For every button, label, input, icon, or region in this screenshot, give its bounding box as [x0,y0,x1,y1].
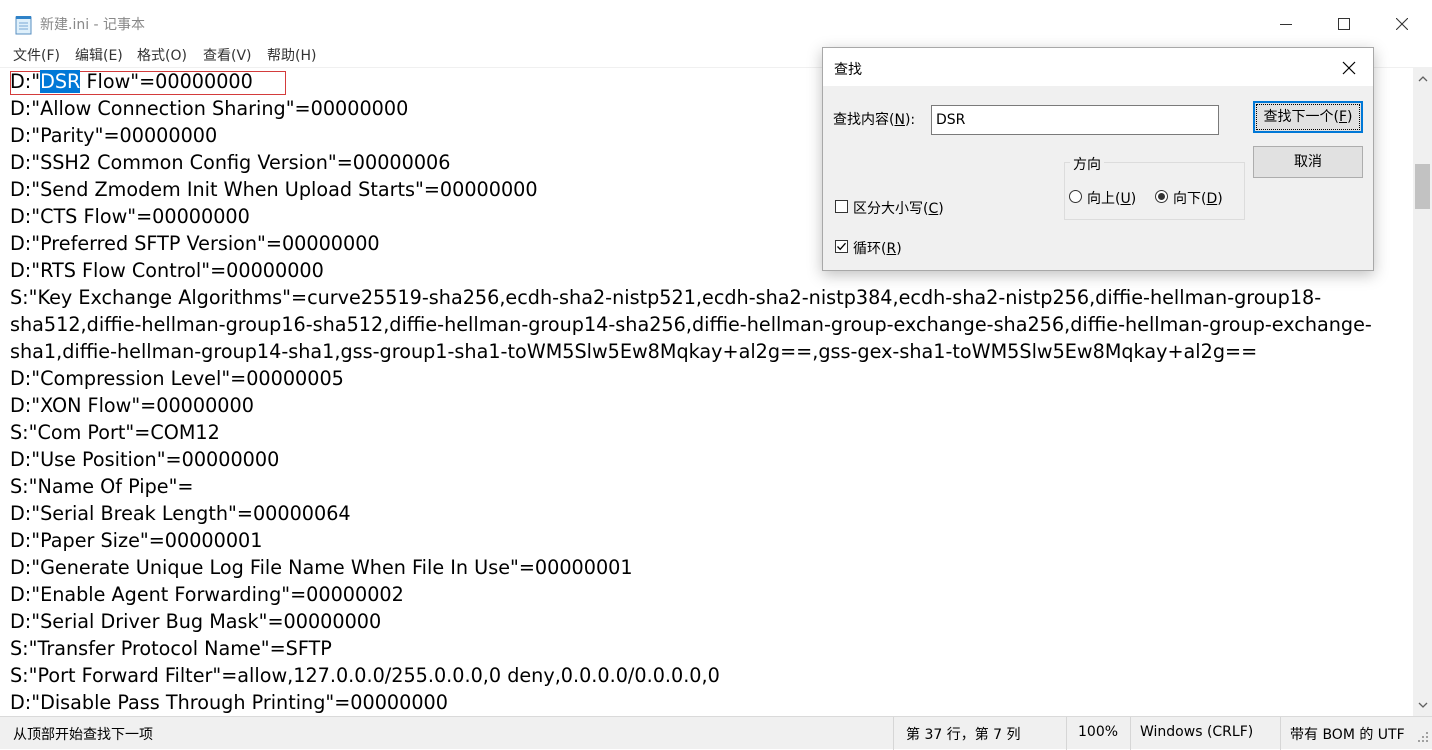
find-what-input[interactable]: DSR [931,105,1219,135]
scroll-thumb[interactable] [1415,164,1430,209]
editor-line-17: D:"Serial Break Length"=00000064 [10,502,351,525]
label-text: ) [938,201,944,217]
editor-line-2: D:"Allow Connection Sharing"=00000000 [10,97,409,120]
editor-line-23: S:"Port Forward Filter"=allow,127.0.0.0/… [10,664,720,687]
editor-line-15: D:"Use Position"=00000000 [10,448,280,471]
status-message: 从顶部开始查找下一项 [13,727,153,743]
menu-help[interactable]: 帮助(H) [267,47,316,65]
editor-line-6: D:"CTS Flow"=00000000 [10,205,250,228]
menu-view[interactable]: 查看(V) [203,47,252,65]
find-dialog-title-bar[interactable]: 查找 [823,48,1373,86]
label-text: 向上( [1087,191,1121,207]
editor-line-5: D:"Send Zmodem Init When Upload Starts"=… [10,178,538,201]
maximize-icon [1338,17,1350,30]
access-key: N [894,112,905,128]
editor-line-7: D:"Preferred SFTP Version"=00000000 [10,232,380,255]
focus-ring [1256,104,1360,130]
editor-line-10: sha512,diffie-hellman-group16-sha512,dif… [10,313,1372,336]
status-encoding: 带有 BOM 的 UTF [1290,727,1405,743]
close-icon [1396,17,1408,30]
status-line-ending: Windows (CRLF) [1140,724,1254,740]
chevron-up-icon [1418,76,1427,82]
chevron-down-icon [1418,702,1427,708]
label-text: ) [1130,191,1137,207]
editor-line-8: D:"RTS Flow Control"=00000000 [10,259,324,282]
vertical-scrollbar[interactable] [1413,68,1432,716]
editor-line-24: D:"Disable Pass Through Printing"=000000… [10,691,448,714]
minimize-icon [1280,23,1292,25]
label-text: 循环( [853,241,887,257]
access-key: U [1120,191,1131,207]
resize-grip-icon[interactable] [1416,730,1430,744]
status-divider [1280,717,1281,750]
direction-title: 方向 [1070,154,1104,174]
editor-line-4: D:"SSH2 Common Config Version"=00000006 [10,151,451,174]
scroll-up-button[interactable] [1413,70,1432,88]
wrap-around-checkbox[interactable] [835,240,848,253]
wrap-around-label[interactable]: 循环(R) [853,238,902,258]
editor-line-21: D:"Serial Driver Bug Mask"=00000000 [10,610,382,633]
status-divider [1130,717,1131,750]
editor-line-19: D:"Generate Unique Log File Name When Fi… [10,556,633,579]
editor-line-12: D:"Compression Level"=00000005 [10,367,344,390]
label-text: ): [904,112,916,128]
label-text: ) [896,241,902,257]
direction-up-radio[interactable] [1069,190,1082,203]
label-text: ) [1217,191,1223,207]
checkmark-icon [837,242,846,251]
find-dialog: 查找 查找内容(N): DSR 查找下一个(F) 取消 方向 向上(U) 向下(… [822,47,1374,271]
scroll-down-button[interactable] [1413,696,1432,714]
find-what-label: 查找内容(N): [833,109,915,129]
label-text: 查找内容( [833,112,895,128]
find-dialog-title: 查找 [834,62,862,78]
menu-edit[interactable]: 编辑(E) [75,47,123,65]
window-title: 新建.ini - 记事本 [40,17,146,33]
editor-line-20: D:"Enable Agent Forwarding"=00000002 [10,583,404,606]
access-key: C [928,201,939,217]
access-key: D [1206,191,1218,207]
status-bar: 从顶部开始查找下一项 第 37 行，第 7 列 100% Windows (CR… [0,716,1432,750]
maximize-button[interactable] [1315,0,1373,47]
selected-text: DSR [40,70,81,93]
direction-down-label[interactable]: 向下(D) [1173,188,1223,208]
editor-line-22: S:"Transfer Protocol Name"=SFTP [10,637,332,660]
status-zoom: 100% [1078,724,1119,740]
match-case-checkbox[interactable] [835,200,848,213]
menu-file[interactable]: 文件(F) [13,47,60,65]
access-key: R [886,241,897,257]
editor-line-14: S:"Com Port"=COM12 [10,421,220,444]
editor-line-16: S:"Name Of Pipe"= [10,475,194,498]
status-position: 第 37 行，第 7 列 [906,727,1021,743]
editor-line-1: D:"DSR Flow"=00000000 [10,68,253,95]
notepad-icon [15,16,32,35]
status-divider [1066,717,1067,750]
cancel-button[interactable]: 取消 [1253,146,1363,178]
find-next-button[interactable]: 查找下一个(F) [1253,101,1363,133]
minimize-button[interactable] [1257,0,1315,47]
line-prefix: D:" [10,70,41,93]
close-window-button[interactable] [1373,0,1431,47]
title-bar: 新建.ini - 记事本 [0,0,1432,47]
direction-down-radio[interactable] [1155,190,1168,203]
close-icon[interactable] [1340,59,1358,77]
editor-line-3: D:"Parity"=00000000 [10,124,218,147]
label-text: 区分大小写( [853,201,929,217]
match-case-label[interactable]: 区分大小写(C) [853,198,944,218]
editor-line-18: D:"Paper Size"=00000001 [10,529,263,552]
status-divider [893,717,894,750]
direction-up-label[interactable]: 向上(U) [1087,188,1136,208]
line-rest: Flow"=00000000 [80,70,253,93]
label-text: 向下( [1173,191,1207,207]
editor-line-9: S:"Key Exchange Algorithms"=curve25519-s… [10,286,1322,309]
editor-line-11: sha1,diffie-hellman-group14-sha1,gss-gro… [10,340,1258,363]
menu-format[interactable]: 格式(O) [137,47,187,65]
editor-line-13: D:"XON Flow"=00000000 [10,394,254,417]
